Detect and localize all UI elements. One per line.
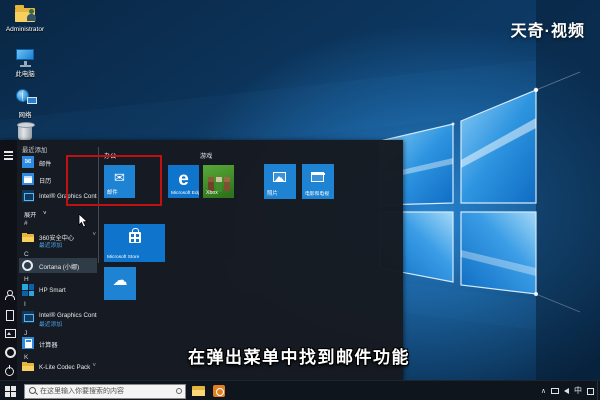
tray-ime-indicator[interactable]: 中 [574,387,582,395]
app-list-item-cortana[interactable]: Cortana (小娜) [19,258,97,273]
watermark: 天奇·视频 [510,23,585,40]
tray-chevron-up-icon[interactable]: ∧ [541,388,546,395]
chevron-down-icon[interactable]: ˅ [92,232,96,238]
app-list-item-intel[interactable]: Intel® Graphics Control Panel 最近添加 [19,308,97,328]
desktop-icon-this-pc[interactable]: 此电脑 [2,47,48,78]
user-folder-icon [13,5,37,25]
desktop-icon-label: Administrator [5,26,45,33]
user-account-icon[interactable] [4,290,15,300]
power-icon[interactable] [4,365,14,376]
desktop-icon-user-folder[interactable]: Administrator [2,5,48,33]
start-menu-rail [0,140,17,380]
tray-volume-icon[interactable] [564,388,569,394]
file-explorer-icon[interactable] [192,386,205,396]
movies-tv-icon [311,172,325,182]
folder-icon [22,232,34,244]
tile-microsoft-edge[interactable]: e Microsoft Edge [168,165,199,198]
screen: 天奇·视频 Administrator 此电脑 网络 回收站 最近添加 ✉ [0,0,600,400]
taskbar-search-box[interactable]: 在这里输入你要搜索的内容 [24,383,186,399]
section-letter[interactable]: I [24,301,26,308]
highlight-rectangle [66,155,162,206]
taskbar: 在这里输入你要搜索的内容 ∧ 中 [0,380,600,400]
tile-movies-tv[interactable]: 电影和电视 [302,164,334,199]
app-list-item-klite[interactable]: K-Lite Codec Pack ˅ [19,360,97,375]
tile-xbox[interactable]: Xbox [203,165,234,198]
section-letter[interactable]: C [24,251,29,258]
pinned-app-icon[interactable] [213,385,225,397]
search-icon [29,387,37,395]
pictures-icon[interactable] [4,328,16,338]
search-placeholder-text: 在这里输入你要搜索的内容 [40,388,124,395]
hp-smart-icon [22,284,34,296]
desktop-icon-label: 此电脑 [15,71,35,78]
chevron-down-icon: ˅ [43,209,47,217]
tile-group-title[interactable]: 游戏 [200,151,212,160]
tile-onedrive[interactable]: ☁ [104,267,136,300]
mail-icon: ✉ [22,156,34,168]
calendar-icon [22,173,34,185]
section-letter[interactable]: # [24,220,28,227]
action-center-icon[interactable] [587,387,594,395]
section-letter[interactable]: H [24,276,29,283]
calculator-icon [22,337,34,349]
store-bag-icon [129,228,141,243]
desktop-icon-network[interactable]: 网络 [2,88,48,119]
mouse-cursor [78,214,88,228]
folder-icon [22,361,34,373]
cortana-icon [22,259,34,271]
system-tray: ∧ 中 [541,381,594,400]
chevron-down-icon[interactable]: ˅ [92,363,96,369]
onedrive-cloud-icon: ☁ [112,272,128,289]
settings-gear-icon[interactable] [4,346,16,358]
tray-display-icon[interactable] [551,388,559,394]
intel-graphics-icon [22,190,34,202]
mic-icon[interactable] [176,388,182,394]
network-icon [13,88,37,108]
hamburger-menu-icon[interactable] [4,151,14,161]
tile-photos[interactable]: 照片 [264,164,296,199]
tile-microsoft-store[interactable]: Microsoft Store [104,224,165,262]
computer-icon [13,47,37,67]
app-list-item-calculator[interactable]: 计算器 [19,336,97,351]
documents-icon[interactable] [4,310,14,321]
desktop-icon-label: 网络 [18,112,32,119]
minecraft-art [208,177,214,191]
edge-icon: e [178,169,189,190]
photos-icon [273,172,286,182]
recycle-bin-icon [13,122,37,142]
intel-graphics-icon [22,311,34,323]
app-list-item-hp-smart[interactable]: HP Smart [19,283,97,298]
start-button[interactable] [5,386,16,397]
recently-added-header: 最近添加 [22,147,48,154]
video-subtitle: 在弹出菜单中找到邮件功能 [188,348,410,367]
app-list-item-360[interactable]: 360安全中心 最近添加 ˅ [19,229,97,249]
